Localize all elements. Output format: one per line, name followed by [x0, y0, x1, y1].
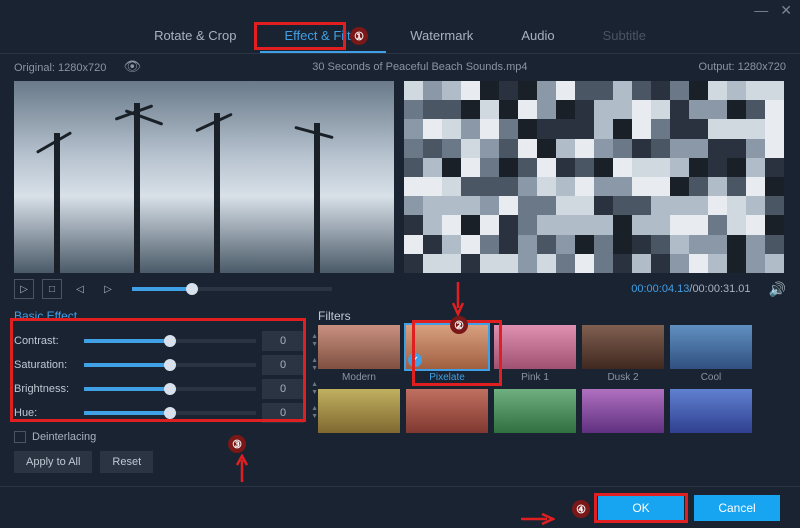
- filter-thumb-7[interactable]: [494, 389, 576, 436]
- preview-output: [404, 81, 784, 273]
- eye-icon[interactable]: 👁: [123, 58, 141, 75]
- ok-button[interactable]: OK: [598, 495, 684, 521]
- arrow-down-icon: [452, 282, 464, 316]
- annotation-marker-1: ①: [350, 27, 368, 45]
- tab-audio[interactable]: Audio: [497, 20, 578, 53]
- filter-label: [318, 433, 400, 436]
- filter-thumb-Pink 1[interactable]: Pink 1: [494, 325, 576, 383]
- apply-to-all-button[interactable]: Apply to All: [14, 451, 92, 473]
- filter-label: [494, 433, 576, 436]
- annotation-marker-4: ④: [572, 500, 590, 518]
- output-resolution: Output: 1280x720: [699, 61, 786, 73]
- preview-area: [0, 79, 800, 275]
- checkbox-icon[interactable]: [14, 431, 26, 443]
- basic-effect-panel: Basic Effect Contrast: 0▲▼ Saturation: 0…: [14, 303, 304, 473]
- cancel-button[interactable]: Cancel: [694, 495, 780, 521]
- tab-watermark[interactable]: Watermark: [386, 20, 497, 53]
- filter-label: Pink 1: [494, 369, 576, 383]
- filter-thumb-Dusk 2[interactable]: Dusk 2: [582, 325, 664, 383]
- basic-effect-title: Basic Effect: [14, 303, 304, 329]
- bottom-bar: OK Cancel: [0, 486, 800, 528]
- filter-label: [582, 433, 664, 436]
- original-resolution: Original: 1280x720: [14, 62, 106, 74]
- tabs: Rotate & Crop Effect & Filter Watermark …: [0, 20, 800, 54]
- volume-icon[interactable]: 🔊: [769, 281, 786, 298]
- filter-label: Dusk 2: [582, 369, 664, 383]
- contrast-label: Contrast:: [14, 335, 78, 347]
- prev-frame-button[interactable]: ◁: [70, 279, 90, 299]
- hue-value[interactable]: 0▲▼: [262, 403, 304, 423]
- arrow-up-icon: [236, 454, 248, 482]
- time-display: 00:00:04.13/00:00:31.01: [631, 283, 750, 295]
- transport-bar: ▷ □ ◁ ▷ 00:00:04.13/00:00:31.01 🔊: [0, 275, 800, 303]
- contrast-slider[interactable]: [84, 339, 256, 343]
- filter-label: Pixelate: [406, 369, 488, 383]
- deinterlacing-checkbox[interactable]: Deinterlacing: [14, 431, 304, 443]
- filter-label: [406, 433, 488, 436]
- next-frame-button[interactable]: ▷: [98, 279, 118, 299]
- saturation-slider[interactable]: [84, 363, 256, 367]
- hue-slider[interactable]: [84, 411, 256, 415]
- seek-slider[interactable]: [132, 287, 332, 291]
- filter-thumb-9[interactable]: [670, 389, 752, 436]
- tab-rotate-crop[interactable]: Rotate & Crop: [130, 20, 260, 53]
- filter-label: [670, 433, 752, 436]
- brightness-slider[interactable]: [84, 387, 256, 391]
- filter-thumb-5[interactable]: [318, 389, 400, 436]
- close-icon[interactable]: ✕: [780, 2, 792, 19]
- filter-label: Cool: [670, 369, 752, 383]
- filter-thumb-Modern[interactable]: Modern: [318, 325, 400, 383]
- filter-thumb-Cool[interactable]: Cool: [670, 325, 752, 383]
- hue-label: Hue:: [14, 407, 78, 419]
- filters-title: Filters: [318, 303, 786, 325]
- filters-grid: Modern ✓ Pixelate Pink 1 Dusk 2 Cool: [318, 325, 786, 436]
- titlebar: — ✕: [0, 0, 800, 20]
- annotation-marker-2: ②: [450, 316, 468, 334]
- preview-original: [14, 81, 394, 273]
- filename-label: 30 Seconds of Peaceful Beach Sounds.mp4: [312, 61, 527, 73]
- brightness-value[interactable]: 0▲▼: [262, 379, 304, 399]
- minimize-icon[interactable]: —: [754, 2, 768, 18]
- reset-button[interactable]: Reset: [100, 451, 153, 473]
- filter-label: Modern: [318, 369, 400, 383]
- info-row: Original: 1280x720 👁 30 Seconds of Peace…: [0, 54, 800, 79]
- filters-panel: Filters Modern ✓ Pixelate Pink 1 Dusk 2 Cool: [318, 303, 786, 473]
- play-button[interactable]: ▷: [14, 279, 34, 299]
- tab-subtitle: Subtitle: [579, 20, 670, 53]
- annotation-marker-3: ③: [228, 435, 246, 453]
- saturation-value[interactable]: 0▲▼: [262, 355, 304, 375]
- brightness-label: Brightness:: [14, 383, 78, 395]
- arrow-right-icon: [521, 513, 555, 525]
- filter-thumb-8[interactable]: [582, 389, 664, 436]
- filter-thumb-6[interactable]: [406, 389, 488, 436]
- saturation-label: Saturation:: [14, 359, 78, 371]
- check-icon: ✓: [408, 353, 422, 367]
- contrast-value[interactable]: 0▲▼: [262, 331, 304, 351]
- filter-thumb-Pixelate[interactable]: ✓ Pixelate: [406, 325, 488, 383]
- stop-button[interactable]: □: [42, 279, 62, 299]
